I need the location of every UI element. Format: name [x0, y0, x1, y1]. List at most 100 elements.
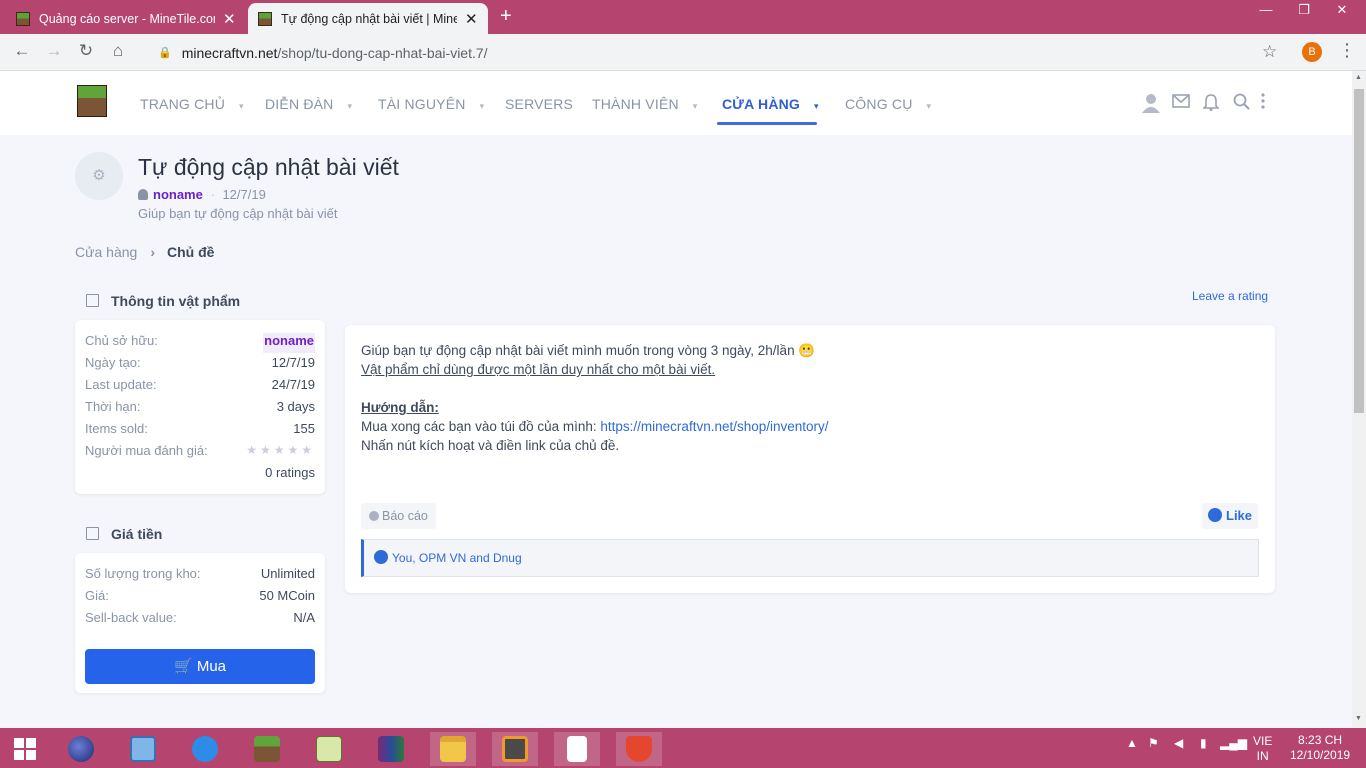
network-icon[interactable]: ▂▄▆ — [1220, 736, 1247, 750]
teamviewer-app-icon[interactable] — [182, 732, 228, 766]
sublime-text-app-icon[interactable] — [492, 732, 538, 766]
nav-tools[interactable]: CÔNG CỤ ▾ — [845, 96, 931, 112]
security-app-icon[interactable] — [616, 732, 662, 766]
row-value: 3 days — [276, 399, 315, 414]
user-icon[interactable] — [1142, 93, 1160, 118]
chevron-down-icon[interactable]: ▾ — [480, 101, 485, 111]
user-icon — [138, 189, 148, 200]
price-heading: Giá tiền — [86, 526, 162, 542]
tab-close-icon[interactable]: ✕ — [223, 10, 236, 28]
tab-current[interactable]: Tự động cập nhật bài viết | Minec ✕ — [248, 3, 488, 34]
guide-step-1: Mua xong các bạn vào túi đồ của mình: ht… — [361, 419, 829, 434]
tab-title: Tự động cập nhật bài viết | Minec — [281, 11, 457, 26]
tab-close-icon[interactable]: ✕ — [465, 10, 478, 28]
buy-label: Mua — [196, 658, 227, 675]
nav-members[interactable]: THÀNH VIÊN ▾ — [592, 96, 698, 112]
eclipse-app-icon[interactable] — [58, 732, 104, 766]
minimize-icon[interactable]: — — [1246, 2, 1286, 17]
clock-date: 12/10/2019 — [1290, 748, 1351, 762]
row-value: 155 — [293, 421, 315, 436]
flag-icon[interactable]: ⚑ — [1148, 736, 1159, 750]
forward-icon[interactable]: → — [42, 41, 66, 61]
bell-icon[interactable] — [1202, 93, 1220, 116]
address-bar-row: ← → ↻ ⌂ 🔒 minecraftvn.net /shop/tu-dong-… — [0, 34, 1366, 71]
control-panel-app-icon[interactable] — [120, 732, 166, 766]
page-title: Tự động cập nhật bài viết — [138, 154, 399, 180]
scroll-down-icon[interactable]: ▼ — [1355, 715, 1362, 722]
notepad-plus-app-icon[interactable] — [306, 732, 352, 766]
nav-resources[interactable]: TÀI NGUYÊN ▾ — [378, 96, 484, 112]
restore-icon[interactable]: ❐ — [1284, 2, 1324, 18]
tray-expand-icon[interactable]: ▲ — [1126, 736, 1138, 750]
breadcrumb-shop[interactable]: Cửa hàng — [75, 244, 137, 260]
author-link[interactable]: noname — [153, 187, 203, 202]
start-button[interactable] — [2, 732, 48, 766]
owner-link[interactable]: noname — [263, 333, 315, 353]
nav-label: TÀI NGUYÊN — [378, 96, 466, 112]
windows-taskbar: ▲ ⚑ ◀ ▮ ▂▄▆ VIE IN 8:23 CH 12/10/2019 — [0, 728, 1366, 768]
row-label: Thời hạn: — [85, 399, 141, 414]
reload-icon[interactable]: ↻ — [74, 41, 98, 61]
info-row-updated: Last update: 24/7/19 — [85, 377, 315, 397]
url-path: /shop/tu-dong-cap-nhat-bai-viet.7/ — [277, 44, 488, 61]
chevron-down-icon[interactable]: ▾ — [239, 101, 244, 111]
profile-avatar[interactable]: B — [1302, 42, 1322, 62]
browser-menu-icon[interactable]: ⋮ — [1338, 40, 1356, 61]
row-label: Last update: — [85, 377, 157, 392]
post-line-2: Vật phẩm chỉ dùng được một lần duy nhất … — [361, 362, 716, 377]
thumbs-up-icon — [374, 550, 388, 564]
page-scrollbar[interactable]: ▲ ▼ — [1352, 71, 1366, 728]
guide-step-1-text: Mua xong các bạn vào túi đồ của mình: — [361, 419, 601, 434]
leave-rating-link[interactable]: Leave a rating — [1192, 289, 1268, 303]
likes-summary: You, OPM VN and Dnug — [361, 539, 1259, 577]
site-header: TRANG CHỦ ▾ DIỄN ĐÀN ▾ TÀI NGUYÊN ▾ SERVERS… — [0, 71, 1352, 135]
chevron-down-icon[interactable]: ▾ — [814, 101, 819, 111]
guide-step-2: Nhấn nút kích hoạt và điền link của chủ … — [361, 438, 620, 453]
clock-time: 8:23 CH — [1298, 733, 1343, 747]
scroll-up-icon[interactable]: ▲ — [1355, 74, 1362, 81]
likes-users[interactable]: You, OPM VN and Dnug — [392, 551, 522, 565]
window-close-icon[interactable]: ✕ — [1322, 2, 1362, 18]
new-tab-icon[interactable]: + — [500, 5, 512, 28]
row-value: 50 MCoin — [259, 588, 315, 603]
like-button[interactable]: Like — [1202, 503, 1259, 529]
report-label: Báo cáo — [382, 509, 428, 523]
minecraft-app-icon[interactable] — [244, 732, 290, 766]
battery-icon[interactable]: ▮ — [1200, 736, 1207, 750]
volume-icon[interactable]: ◀ — [1174, 736, 1183, 750]
mail-icon[interactable] — [1172, 93, 1190, 113]
tab-title: Quảng cáo server - MineTile.com — [39, 11, 215, 26]
chevron-down-icon[interactable]: ▾ — [693, 101, 698, 111]
url-host: minecraftvn.net — [181, 44, 278, 61]
search-icon[interactable] — [1233, 93, 1250, 115]
nav-forums[interactable]: DIỄN ĐÀN ▾ — [265, 96, 352, 112]
nav-home[interactable]: TRANG CHỦ ▾ — [140, 96, 244, 112]
site-logo[interactable] — [77, 85, 107, 117]
document-app-icon[interactable] — [554, 732, 600, 766]
tab-minetile[interactable]: Quảng cáo server - MineTile.com ✕ — [6, 3, 246, 34]
winrar-app-icon[interactable] — [368, 732, 414, 766]
nav-label: CỬA HÀNG — [722, 96, 801, 112]
more-icon[interactable] — [1260, 93, 1266, 114]
like-label: Like — [1226, 508, 1253, 523]
input-language[interactable]: VIE IN — [1253, 734, 1272, 764]
nav-label: CÔNG CỤ — [845, 96, 913, 112]
post-line-1: Giúp bạn tự động cập nhật bài viết mình … — [361, 343, 815, 359]
file-explorer-app-icon[interactable] — [430, 732, 476, 766]
breadcrumb-current[interactable]: Chủ đề — [167, 244, 214, 260]
price-row-price: Giá: 50 MCoin — [85, 588, 315, 608]
system-clock[interactable]: 8:23 CH 12/10/2019 — [1290, 733, 1350, 763]
chevron-down-icon[interactable]: ▾ — [927, 101, 932, 111]
scroll-thumb[interactable] — [1354, 89, 1364, 413]
chevron-down-icon[interactable]: ▾ — [348, 101, 353, 111]
buy-button[interactable]: 🛒 Mua — [85, 649, 315, 684]
nav-shop[interactable]: CỬA HÀNG ▾ — [722, 96, 819, 112]
bookmark-star-icon[interactable]: ☆ — [1262, 42, 1277, 62]
url-field[interactable]: 🔒 minecraftvn.net /shop/tu-dong-cap-nhat… — [142, 39, 1292, 66]
home-icon[interactable]: ⌂ — [106, 41, 130, 61]
back-icon[interactable]: ← — [10, 41, 34, 61]
nav-servers[interactable]: SERVERS — [505, 96, 573, 112]
report-button[interactable]: Báo cáo — [361, 503, 436, 529]
row-value: N/A — [293, 610, 315, 625]
inventory-link[interactable]: https://minecraftvn.net/shop/inventory/ — [600, 419, 828, 434]
